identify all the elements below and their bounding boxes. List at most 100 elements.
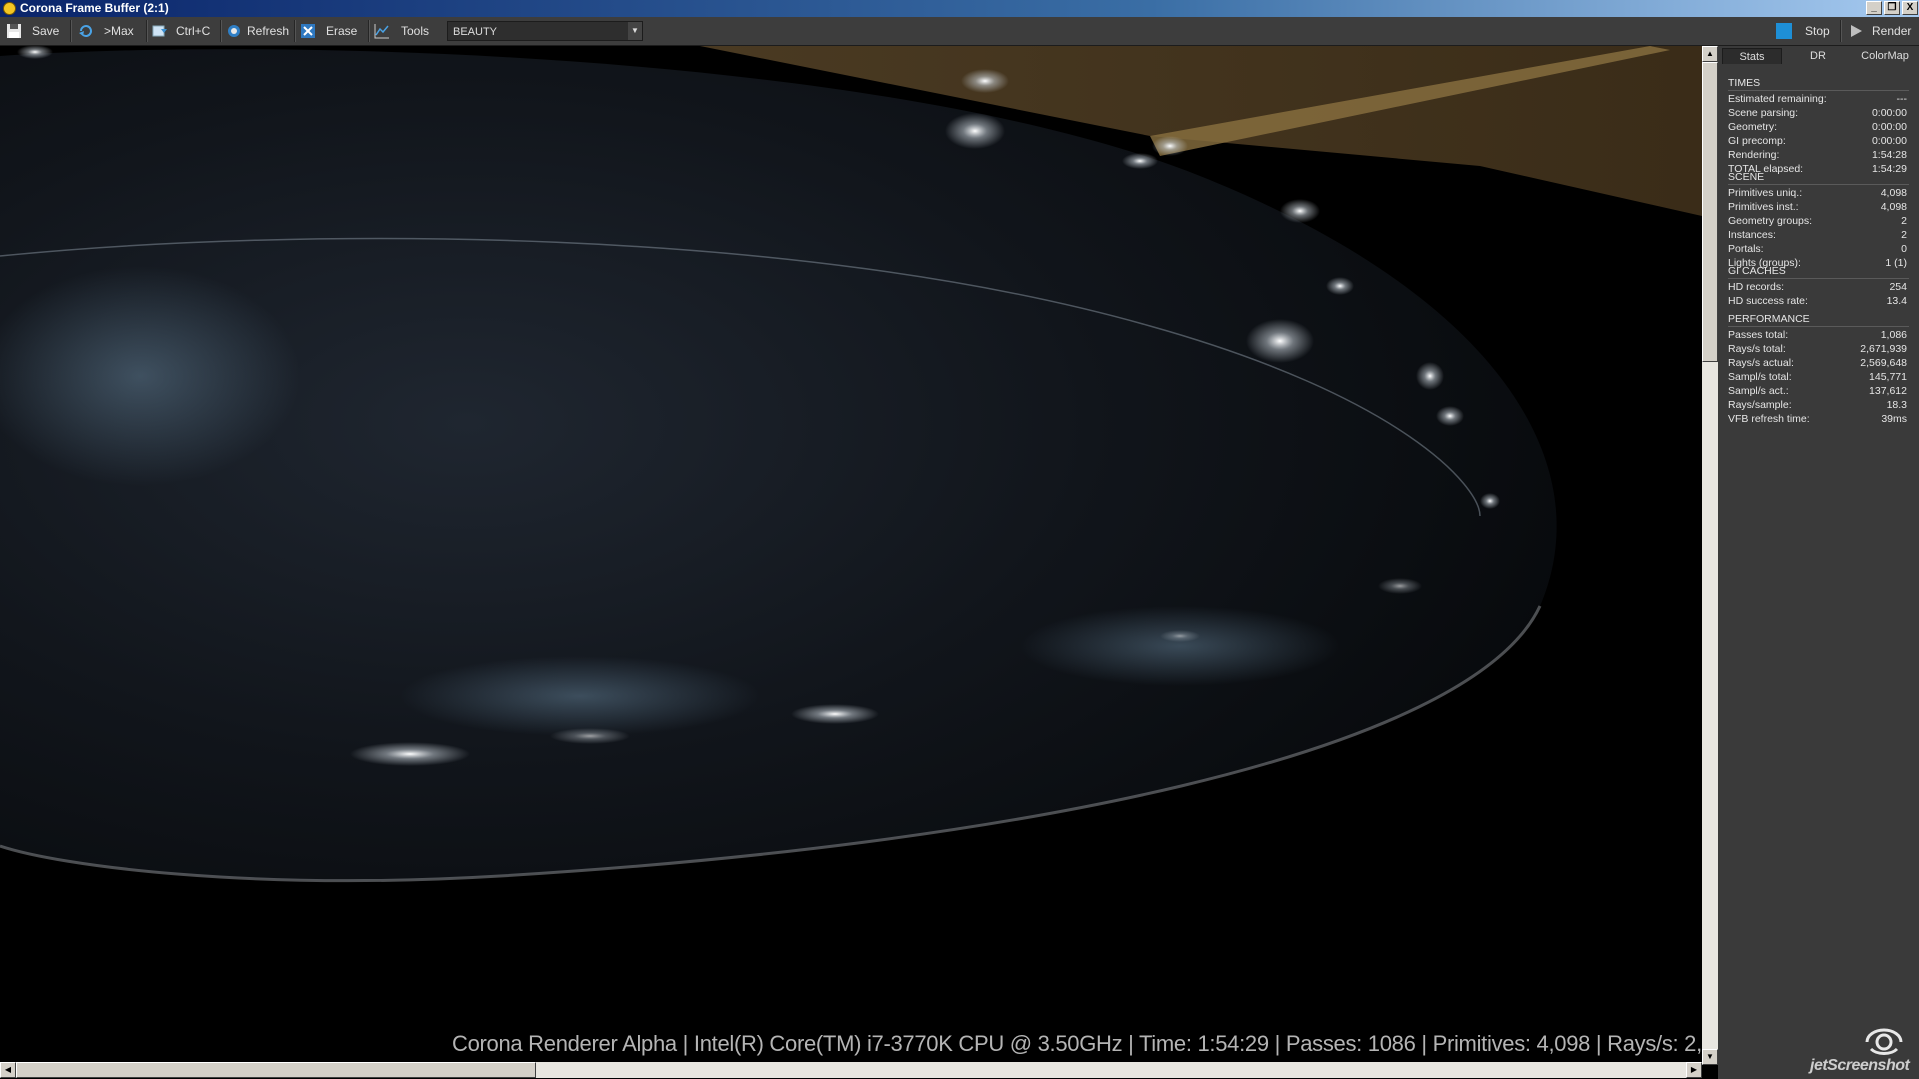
stop-button[interactable]: Stop — [1774, 20, 1836, 42]
erase-icon — [301, 24, 315, 38]
copy-label: Ctrl+C — [176, 24, 211, 38]
performance-heading: PERFORMANCE — [1728, 313, 1810, 325]
performance-row: Rays/sample: 18.3 — [1728, 398, 1909, 412]
tab-colormap[interactable]: ColorMap — [1854, 48, 1916, 64]
stat-label: Sampl/s act.: — [1728, 385, 1789, 397]
stat-label: Passes total: — [1728, 329, 1789, 341]
tab-stats[interactable]: Stats — [1722, 48, 1782, 64]
stat-value: 0:00:00 — [1871, 121, 1907, 133]
scene-row: Primitives uniq.: 4,098 — [1728, 186, 1909, 200]
scroll-left-icon[interactable]: ◀ — [0, 1062, 16, 1078]
performance-row: Rays/s actual: 2,569,648 — [1728, 356, 1909, 370]
rendered-image — [0, 46, 1702, 1065]
stat-label: Rays/s total: — [1728, 343, 1786, 355]
vertical-scroll-track[interactable] — [1702, 362, 1718, 1049]
scene-heading: SCENE — [1728, 171, 1765, 183]
stat-value: 0:00:00 — [1871, 107, 1907, 119]
copy-icon — [152, 25, 167, 37]
times-row: Rendering: 1:54:28 — [1728, 148, 1909, 162]
stat-label: Rendering: — [1728, 149, 1780, 161]
tools-chart-icon — [374, 24, 389, 39]
horizontal-scroll-thumb[interactable] — [16, 1062, 536, 1078]
stat-label: Primitives uniq.: — [1728, 187, 1803, 199]
scroll-right-icon[interactable]: ▶ — [1686, 1062, 1702, 1078]
stat-value: 18.3 — [1886, 399, 1907, 411]
stat-label: HD success rate: — [1728, 295, 1808, 307]
stat-value: 2,671,939 — [1860, 343, 1907, 355]
stat-value: 2,569,648 — [1860, 357, 1907, 369]
times-section: TIMES Estimated remaining: --- Scene parsi… — [1728, 76, 1909, 176]
erase-label: Erase — [326, 24, 358, 38]
restore-button[interactable]: ❐ — [1884, 1, 1900, 15]
refresh-button[interactable]: Refresh — [224, 20, 290, 42]
times-row: Scene parsing: 0:00:00 — [1728, 106, 1909, 120]
performance-row: Rays/s total: 2,671,939 — [1728, 342, 1909, 356]
vertical-scroll-thumb[interactable] — [1702, 62, 1718, 362]
refresh-label: Refresh — [247, 24, 290, 38]
panel-tabs: Stats DR ColorMap — [1718, 46, 1919, 66]
stat-label: Instances: — [1728, 229, 1776, 241]
times-heading: TIMES — [1728, 77, 1761, 89]
stat-value: --- — [1896, 93, 1908, 105]
window-title: Corona Frame Buffer (2:1) — [20, 1, 169, 15]
render-viewport[interactable]: Corona Renderer Alpha | Intel(R) Core(TM… — [0, 46, 1702, 1065]
render-label: Render — [1872, 24, 1912, 38]
stat-value: 4,098 — [1880, 201, 1907, 213]
stat-value: 2 — [1901, 229, 1907, 241]
stop-icon — [1776, 23, 1792, 39]
max-arrow-icon — [79, 25, 92, 37]
stat-value: 39ms — [1881, 413, 1907, 425]
save-label: Save — [32, 24, 60, 38]
performance-row: Sampl/s act.: 137,612 — [1728, 384, 1909, 398]
channel-select-value: BEAUTY — [453, 26, 498, 38]
horizontal-scrollbar[interactable]: ◀ ▶ — [0, 1062, 1702, 1078]
scroll-up-icon[interactable]: ▲ — [1702, 46, 1718, 62]
stat-value: 0 — [1901, 243, 1907, 255]
stat-value: 4,098 — [1880, 187, 1907, 199]
tools-button[interactable]: Tools — [372, 20, 438, 42]
scroll-down-icon[interactable]: ▼ — [1702, 1049, 1718, 1065]
stat-value: 2 — [1901, 215, 1907, 227]
stat-label: Portals: — [1728, 243, 1764, 255]
minimize-button[interactable]: _ — [1866, 1, 1882, 15]
vertical-scrollbar[interactable]: ▲ ▼ — [1702, 46, 1718, 1065]
gi-caches-heading: GI CACHES — [1728, 265, 1786, 277]
times-row: Geometry: 0:00:00 — [1728, 120, 1909, 134]
stat-value: 13.4 — [1886, 295, 1907, 307]
stat-value: 1:54:28 — [1871, 149, 1907, 161]
render-info-stamp: Corona Renderer Alpha | Intel(R) Core(TM… — [452, 1031, 1702, 1056]
scene-row: Primitives inst.: 4,098 — [1728, 200, 1909, 214]
gi-caches-row: HD success rate: 13.4 — [1728, 294, 1909, 308]
times-row: GI precomp: 0:00:00 — [1728, 134, 1909, 148]
copy-button[interactable]: Ctrl+C — [150, 20, 216, 42]
performance-row: Sampl/s total: 145,771 — [1728, 370, 1909, 384]
stat-label: Rays/sample: — [1728, 399, 1792, 411]
stat-label: Rays/s actual: — [1728, 357, 1794, 369]
erase-button[interactable]: Erase — [298, 20, 364, 42]
scene-row: Instances: 2 — [1728, 228, 1909, 242]
performance-row: VFB refresh time: 39ms — [1728, 412, 1909, 426]
stat-label: Estimated remaining: — [1728, 93, 1827, 105]
watermark-text: jetScreenshot — [1810, 1057, 1910, 1074]
stat-value: 0:00:00 — [1871, 135, 1907, 147]
stat-value: 254 — [1889, 281, 1907, 293]
camera-lens-icon — [1865, 1028, 1903, 1055]
render-button[interactable]: Render — [1846, 20, 1914, 42]
stat-value: 145,771 — [1869, 371, 1907, 383]
corona-app-icon — [3, 2, 16, 15]
stat-label: Primitives inst.: — [1728, 201, 1799, 213]
watermark-logo: jetScreenshot — [1808, 1025, 1918, 1075]
performance-row: Passes total: 1,086 — [1728, 328, 1909, 342]
stat-label: GI precomp: — [1728, 135, 1786, 147]
stat-label: Scene parsing: — [1728, 107, 1799, 119]
toolbar: Save >Max Ctrl+C Refresh Erase Tools BEA… — [0, 17, 1919, 46]
chevron-down-icon: ▼ — [628, 22, 642, 40]
stat-value: 1,086 — [1880, 329, 1907, 341]
stat-label: Geometry: — [1728, 121, 1778, 133]
scene-row: Geometry groups: 2 — [1728, 214, 1909, 228]
close-button[interactable]: X — [1902, 1, 1918, 15]
channel-select[interactable]: BEAUTY ▼ — [447, 21, 643, 41]
max-button[interactable]: >Max — [76, 20, 142, 42]
save-button[interactable]: Save — [4, 20, 64, 42]
tab-dr[interactable]: DR — [1788, 48, 1848, 64]
